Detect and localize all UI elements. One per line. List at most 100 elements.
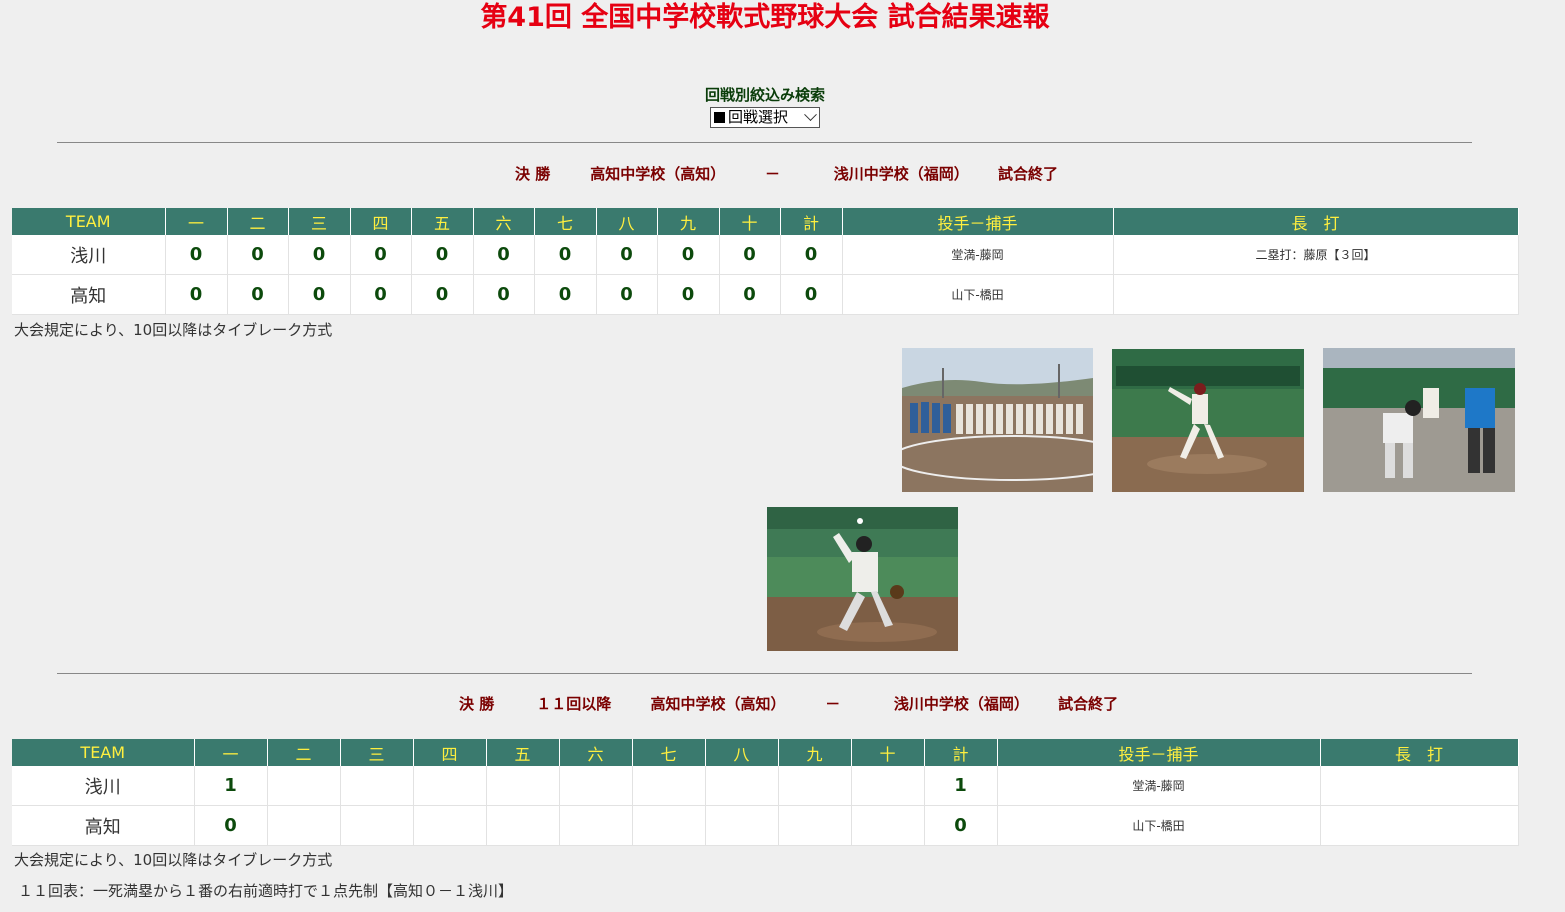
inning-header: 十 <box>851 739 925 766</box>
inning-header: 七 <box>534 208 597 235</box>
inning-score <box>705 766 779 806</box>
extra-base-hits <box>1320 805 1519 846</box>
inning-score: 0 <box>657 235 720 275</box>
game-dash: － <box>825 695 841 713</box>
inning-score: 0 <box>288 274 351 315</box>
inning-score <box>632 805 706 846</box>
battery-names: 山下-橋田 <box>997 805 1321 846</box>
inning-header: 九 <box>778 739 852 766</box>
inning-score <box>705 805 779 846</box>
extra-base-hits <box>1113 274 1519 315</box>
inning-score: 0 <box>719 235 781 275</box>
inning-score: 0 <box>596 235 658 275</box>
inning-score: 0 <box>227 274 289 315</box>
inning-header: 七 <box>632 739 706 766</box>
game-header: 決 勝 １１回以降 高知中学校（高知） － 浅川中学校（福岡） 試合終了 <box>459 693 1118 715</box>
inning-score <box>267 766 341 806</box>
game-away-team: 浅川中学校（福岡） <box>893 695 1029 713</box>
inning-score: 0 <box>411 274 474 315</box>
inning-score: 0 <box>473 274 535 315</box>
inning-header: 五 <box>486 739 560 766</box>
scoreboard-table: TEAM 一 二 三 四 五 六 七 八 九 十 計 投手－捕手 長 打 浅川 … <box>12 739 1519 846</box>
game-round: 決 勝 <box>459 695 495 713</box>
inning-score <box>559 805 633 846</box>
home-plate-slide-photo[interactable] <box>1323 348 1515 492</box>
scoreboard-header-row: TEAM 一 二 三 四 五 六 七 八 九 十 計 投手－捕手 長 打 <box>12 739 1519 766</box>
inning-header: 五 <box>411 208 474 235</box>
table-row: 高知 0 0 山下-橋田 <box>12 805 1519 846</box>
battery-names: 堂満-藤岡 <box>997 766 1321 806</box>
inning-score: 0 <box>411 235 474 275</box>
table-row: 浅川 1 1 堂満-藤岡 <box>12 766 1519 806</box>
page-title: 第41回 全国中学校軟式野球大会 試合結果速報 <box>480 2 1050 33</box>
inning-header: 二 <box>267 739 341 766</box>
inning-score <box>340 766 414 806</box>
inning-score <box>851 805 925 846</box>
hits-header: 長 打 <box>1320 739 1519 766</box>
inning-score: 0 <box>227 235 289 275</box>
inning-score <box>486 805 560 846</box>
game-status: 試合終了 <box>1058 695 1119 713</box>
extra-base-hits: 二塁打：藤原【３回】 <box>1113 235 1519 275</box>
inning-score <box>267 805 341 846</box>
game-status: 試合終了 <box>997 165 1058 183</box>
inning-header: 一 <box>165 208 228 235</box>
tiebreak-note: 大会規定により、10回以降はタイブレーク方式 <box>14 321 333 339</box>
inning-score: 0 <box>350 274 412 315</box>
inning-score <box>559 766 633 806</box>
team-name: 浅川 <box>12 766 195 806</box>
game-dash: － <box>764 165 780 183</box>
pitcher-photo[interactable] <box>1112 349 1304 492</box>
chevron-down-icon <box>804 108 817 122</box>
inning-score: 0 <box>534 235 597 275</box>
total-header: 計 <box>780 208 843 235</box>
team-lineup-photo[interactable] <box>902 348 1093 492</box>
inning-header: 十 <box>719 208 781 235</box>
total-score: 0 <box>780 274 843 315</box>
battery-header: 投手－捕手 <box>997 739 1321 766</box>
inning-score: 0 <box>719 274 781 315</box>
table-row: 浅川 0 0 0 0 0 0 0 0 0 0 0 堂満-藤岡 二塁打：藤原【３回… <box>12 235 1519 275</box>
inning-header: 一 <box>194 739 268 766</box>
inning-score <box>778 805 852 846</box>
game-home-team: 高知中学校（高知） <box>590 165 726 183</box>
total-score: 0 <box>924 805 998 846</box>
team-name: 高知 <box>12 805 195 846</box>
inning-header: 八 <box>705 739 779 766</box>
inning-header: 六 <box>473 208 535 235</box>
team-header: TEAM <box>12 208 166 235</box>
inning-header: 二 <box>227 208 289 235</box>
inning-header: 三 <box>288 208 351 235</box>
battery-names: 堂満-藤岡 <box>842 235 1114 275</box>
tiebreak-note: 大会規定により、10回以降はタイブレーク方式 <box>14 851 333 869</box>
divider <box>57 142 1472 143</box>
inning-header: 六 <box>559 739 633 766</box>
inning-score <box>632 766 706 806</box>
round-select-value: 回戦選択 <box>728 108 789 126</box>
inning-score: 0 <box>596 274 658 315</box>
table-row: 高知 0 0 0 0 0 0 0 0 0 0 0 山下-橋田 <box>12 274 1519 315</box>
team-name: 高知 <box>12 274 166 315</box>
inning-score: 0 <box>350 235 412 275</box>
inning-score <box>851 766 925 806</box>
inning-score: 0 <box>165 235 228 275</box>
game-home-team: 高知中学校（高知） <box>650 695 786 713</box>
inning-score: 0 <box>534 274 597 315</box>
inning-header: 八 <box>596 208 658 235</box>
extra-base-hits <box>1320 766 1519 806</box>
inning-score <box>413 805 487 846</box>
inning-header: 四 <box>413 739 487 766</box>
inning-header: 四 <box>350 208 412 235</box>
scoreboard-header-row: TEAM 一 二 三 四 五 六 七 八 九 十 計 投手－捕手 長 打 <box>12 208 1519 235</box>
inning-score: 0 <box>165 274 228 315</box>
inning-score <box>486 766 560 806</box>
round-select[interactable]: 回戦選択 <box>710 107 820 128</box>
hits-header: 長 打 <box>1113 208 1519 235</box>
inning-summary: １１回表：一死満塁から１番の右前適時打で１点先制【高知０－１浅川】 <box>18 882 514 900</box>
inning-score: 0 <box>288 235 351 275</box>
inning-score: 1 <box>194 766 268 806</box>
total-header: 計 <box>924 739 998 766</box>
inning-header: 九 <box>657 208 720 235</box>
pitcher-throw-photo[interactable] <box>767 507 958 651</box>
total-score: 1 <box>924 766 998 806</box>
